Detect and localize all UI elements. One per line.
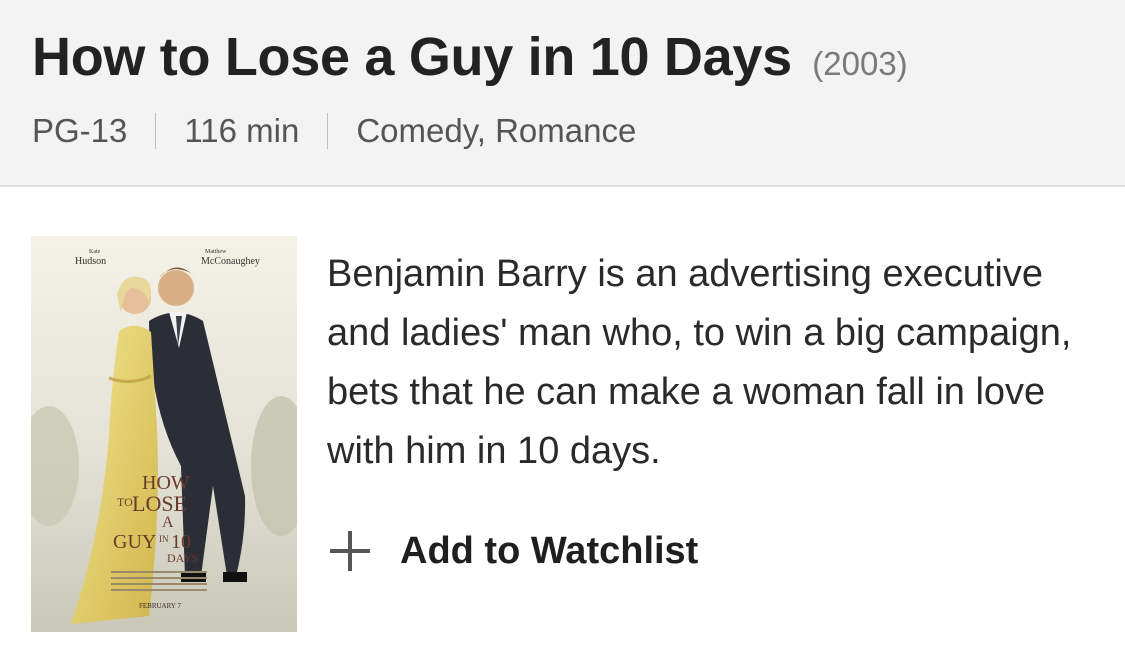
movie-rating: PG-13 bbox=[32, 112, 128, 149]
movie-year: (2003) bbox=[812, 45, 908, 82]
poster-artwork: HOW TO LOSE A GUY IN 10 DAYS FEBRUARY 7 … bbox=[31, 236, 297, 632]
poster-logo-to: TO bbox=[117, 495, 133, 509]
movie-runtime: 116 min bbox=[184, 112, 300, 149]
meta-divider bbox=[327, 113, 329, 149]
poster-actor-right-first: Matthew bbox=[205, 249, 227, 255]
title-row: How to Lose a Guy in 10 Days (2003) bbox=[32, 26, 908, 88]
poster-logo-a: A bbox=[162, 514, 174, 531]
add-to-watchlist-button[interactable]: Add to Watchlist bbox=[330, 525, 698, 577]
poster-logo-guy: GUY bbox=[113, 531, 156, 553]
plus-icon bbox=[330, 531, 370, 571]
poster-logo-days: DAYS bbox=[167, 551, 199, 565]
poster-logo-10: 10 bbox=[171, 531, 191, 553]
watchlist-label: Add to Watchlist bbox=[400, 529, 699, 572]
movie-genres: Comedy, Romance bbox=[356, 112, 637, 149]
poster-logo-lose: LOSE bbox=[132, 491, 187, 516]
poster-logo-in: IN bbox=[159, 534, 169, 544]
movie-poster[interactable]: HOW TO LOSE A GUY IN 10 DAYS FEBRUARY 7 … bbox=[31, 236, 297, 632]
movie-title: How to Lose a Guy in 10 Days bbox=[32, 27, 792, 87]
movie-header: How to Lose a Guy in 10 Days (2003) PG-1… bbox=[0, 0, 1125, 187]
movie-description: Benjamin Barry is an advertising executi… bbox=[327, 253, 1072, 472]
poster-actor-right-last: McConaughey bbox=[201, 256, 260, 267]
movie-meta: PG-13 116 min Comedy, Romance bbox=[32, 112, 636, 150]
meta-divider bbox=[155, 113, 157, 149]
poster-actor-left-first: Kate bbox=[89, 249, 101, 255]
poster-actor-left-last: Hudson bbox=[75, 256, 106, 267]
poster-release: FEBRUARY 7 bbox=[139, 602, 181, 610]
